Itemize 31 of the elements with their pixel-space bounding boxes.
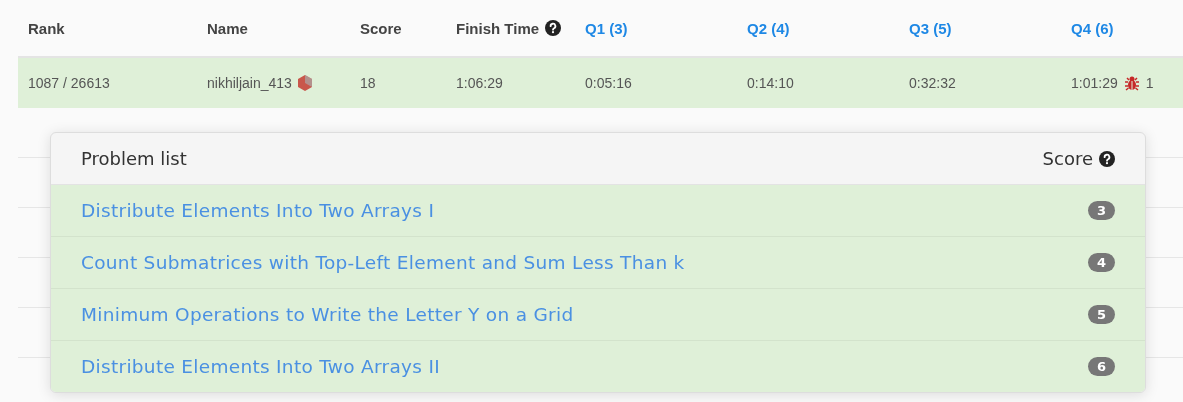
- panel-title: Problem list: [81, 148, 187, 169]
- problem-link[interactable]: Minimum Operations to Write the Letter Y on a Grid: [81, 304, 574, 325]
- column-header: Finish Time: [456, 19, 540, 37]
- table-cell: 1:01:29: [1071, 75, 1118, 91]
- table-cell: 1:06:29: [456, 75, 503, 91]
- table-cell: 1087 / 26613: [28, 75, 110, 91]
- score-badge: 3: [1087, 201, 1115, 220]
- column-header-link[interactable]: Q3 (5): [909, 19, 952, 37]
- column-header: Rank: [28, 19, 65, 37]
- column-header: Score: [360, 19, 402, 37]
- table-cell: 18: [360, 75, 376, 91]
- hexagon-badge-icon: [297, 75, 312, 91]
- help-icon[interactable]: [1099, 150, 1115, 167]
- table-cell: 0:05:16: [585, 75, 632, 91]
- bug-icon: [1123, 75, 1140, 91]
- score-label: Score: [1042, 148, 1093, 169]
- help-icon[interactable]: [545, 20, 562, 36]
- problem-link[interactable]: Distribute Elements Into Two Arrays I: [81, 200, 435, 221]
- column-header-link[interactable]: Q1 (3): [585, 19, 628, 37]
- table-cell: nikhiljain_413: [207, 75, 292, 91]
- problem-link[interactable]: Distribute Elements Into Two Arrays II: [81, 356, 440, 377]
- table-cell: 0:32:32: [909, 75, 956, 91]
- column-header: Name: [207, 19, 248, 37]
- column-header-link[interactable]: Q2 (4): [747, 19, 790, 37]
- column-header-link[interactable]: Q4 (6): [1071, 19, 1114, 37]
- score-badge: 5: [1087, 305, 1115, 324]
- problem-link[interactable]: Count Submatrices with Top-Left Element and Sum Less Than k: [81, 252, 685, 273]
- score-badge: 4: [1087, 253, 1115, 272]
- score-badge: 6: [1087, 357, 1115, 376]
- penalty-count: 1: [1145, 75, 1154, 91]
- table-cell: 0:14:10: [747, 75, 794, 91]
